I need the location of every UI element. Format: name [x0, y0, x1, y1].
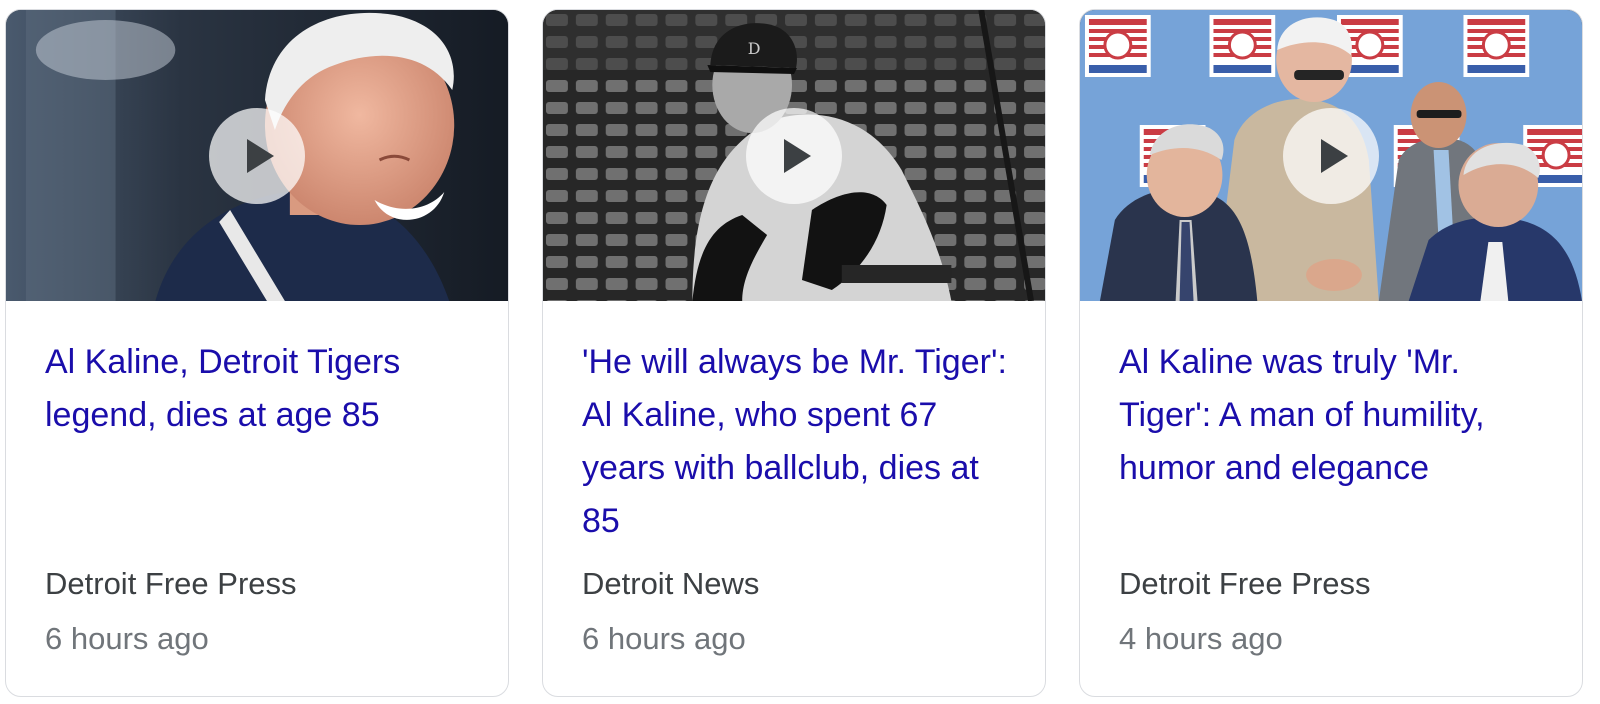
- news-card[interactable]: Al Kaline was truly 'Mr. Tiger': A man o…: [1079, 9, 1583, 697]
- timestamp: 6 hours ago: [582, 621, 746, 656]
- headline-link[interactable]: 'He will always be Mr. Tiger': Al Kaline…: [582, 336, 1012, 548]
- headline-link[interactable]: Al Kaline was truly 'Mr. Tiger': A man o…: [1119, 336, 1549, 495]
- video-thumbnail[interactable]: [1080, 10, 1582, 301]
- play-button[interactable]: [209, 107, 305, 204]
- source-name: Detroit News: [582, 566, 760, 601]
- news-card[interactable]: Al Kaline, Detroit Tigers legend, dies a…: [5, 9, 509, 697]
- play-icon: [247, 138, 274, 173]
- play-icon: [784, 138, 811, 173]
- timestamp: 4 hours ago: [1119, 621, 1283, 656]
- play-icon: [1321, 138, 1348, 173]
- card-body: 'He will always be Mr. Tiger': Al Kaline…: [543, 301, 1045, 696]
- top-stories-carousel: Al Kaline, Detroit Tigers legend, dies a…: [0, 0, 1600, 704]
- source-name: Detroit Free Press: [45, 566, 297, 601]
- video-thumbnail[interactable]: [6, 10, 508, 301]
- news-card[interactable]: D 'He will always be Mr. Tiger': Al Kali…: [542, 9, 1046, 697]
- headline-link[interactable]: Al Kaline, Detroit Tigers legend, dies a…: [45, 336, 475, 442]
- play-button[interactable]: [746, 107, 842, 204]
- timestamp: 6 hours ago: [45, 621, 209, 656]
- video-thumbnail[interactable]: D: [543, 10, 1045, 301]
- play-button[interactable]: [1283, 107, 1379, 204]
- card-body: Al Kaline was truly 'Mr. Tiger': A man o…: [1080, 301, 1582, 696]
- card-body: Al Kaline, Detroit Tigers legend, dies a…: [6, 301, 508, 696]
- source-name: Detroit Free Press: [1119, 566, 1371, 601]
